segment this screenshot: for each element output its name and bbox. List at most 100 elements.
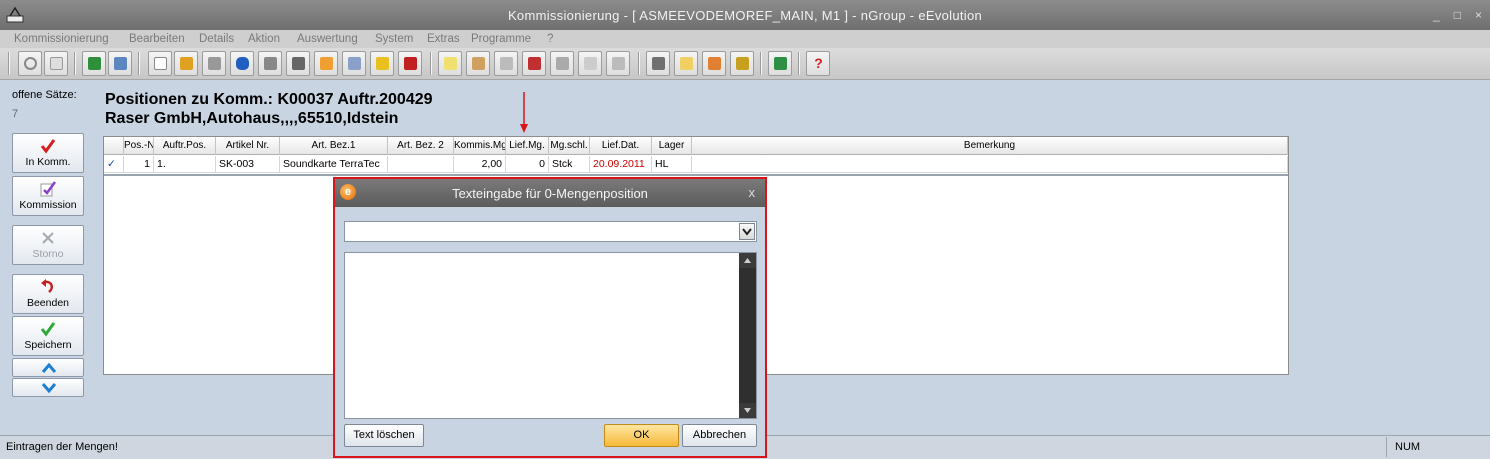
kommission-button[interactable]: Kommission xyxy=(12,176,84,216)
kommission-label: Kommission xyxy=(19,199,77,211)
menu-extras[interactable]: Extras xyxy=(427,33,460,45)
cell-bemerkung[interactable] xyxy=(692,156,1288,173)
in-komm-label: In Komm. xyxy=(25,156,71,168)
menu-programme[interactable]: Programme xyxy=(471,33,531,45)
page-subtitle: Raser GmbH,Autohaus,,,,65510,Idstein xyxy=(105,110,399,127)
clear-text-button[interactable]: Text löschen xyxy=(344,424,424,447)
dialog-title: Texteingabe für 0-Mengenposition xyxy=(452,186,648,201)
menu-bar: Kommissionierung Bearbeiten Details Akti… xyxy=(0,30,1490,48)
header-lief-mg[interactable]: Lief.Mg. xyxy=(506,137,549,155)
layers-icon[interactable] xyxy=(314,51,338,76)
scroll-up-arrow[interactable] xyxy=(739,253,756,268)
header-kommis-mg[interactable]: Kommis.Mg xyxy=(454,137,506,155)
help-icon[interactable]: ? xyxy=(806,51,830,76)
menu-help[interactable]: ? xyxy=(547,33,553,45)
beenden-button[interactable]: Beenden xyxy=(12,274,84,314)
menu-system[interactable]: System xyxy=(375,33,413,45)
header-artikel-nr[interactable]: Artikel Nr. xyxy=(216,137,280,155)
alert-icon[interactable] xyxy=(370,51,394,76)
scroll-up-button[interactable] xyxy=(12,358,84,377)
database-icon[interactable] xyxy=(230,51,254,76)
combo-dropdown-button[interactable] xyxy=(739,223,755,240)
scroll-down-button[interactable] xyxy=(12,378,84,397)
cell-lief-mg[interactable]: 0 xyxy=(506,156,549,173)
storno-button[interactable]: Storno xyxy=(12,225,84,265)
dialog-titlebar: e Texteingabe für 0-Mengenposition x xyxy=(335,179,765,207)
truck-icon[interactable] xyxy=(522,51,546,76)
table-row[interactable]: ✓ 1 1. SK-003 Soundkarte TerraTec 2,00 0… xyxy=(104,156,1288,173)
calculator-icon[interactable] xyxy=(646,51,670,76)
notepad-icon[interactable] xyxy=(438,51,462,76)
memo-scrollbar[interactable] xyxy=(739,253,756,418)
spellcheck-icon[interactable] xyxy=(174,51,198,76)
menu-auswertung[interactable]: Auswertung xyxy=(297,33,358,45)
green-check-icon xyxy=(40,322,56,337)
cell-lief-dat[interactable]: 20.09.2011 xyxy=(590,156,652,173)
settings-gray-icon[interactable] xyxy=(550,51,574,76)
in-komm-button[interactable]: In Komm. xyxy=(12,133,84,173)
open-records-count: 7 xyxy=(12,108,19,120)
excel-icon[interactable] xyxy=(82,51,106,76)
cell-artikel-nr[interactable]: SK-003 xyxy=(216,156,280,173)
export-gray-icon[interactable] xyxy=(578,51,602,76)
printer-gray-icon[interactable] xyxy=(494,51,518,76)
scroll-down-arrow[interactable] xyxy=(739,403,756,418)
print-icon[interactable] xyxy=(108,51,132,76)
chevron-down-icon xyxy=(742,228,752,236)
ok-button[interactable]: OK xyxy=(604,424,679,447)
undo-icon[interactable] xyxy=(398,51,422,76)
search-icon[interactable] xyxy=(18,51,42,76)
text-memo-field[interactable] xyxy=(344,252,757,419)
exit-icon[interactable] xyxy=(768,51,792,76)
header-pos-nr[interactable]: Pos.-Nr xyxy=(124,137,154,155)
new-document-icon[interactable] xyxy=(148,51,172,76)
triangle-down-icon xyxy=(744,408,751,413)
teapot-icon[interactable] xyxy=(258,51,282,76)
text-template-select[interactable] xyxy=(344,221,757,242)
dialog-close-button[interactable]: x xyxy=(749,185,756,200)
menu-details[interactable]: Details xyxy=(199,33,234,45)
users-icon[interactable] xyxy=(702,51,726,76)
header-lief-dat[interactable]: Lief.Dat. xyxy=(590,137,652,155)
box-icon[interactable] xyxy=(466,51,490,76)
num-lock-indicator: NUM xyxy=(1386,437,1466,457)
chevron-up-icon xyxy=(41,362,57,373)
truck-yellow-icon[interactable] xyxy=(730,51,754,76)
row-check[interactable]: ✓ xyxy=(104,156,124,173)
cancel-button[interactable]: Abbrechen xyxy=(682,424,757,447)
document-edit-icon[interactable] xyxy=(674,51,698,76)
minimize-button[interactable]: _ xyxy=(1433,8,1440,22)
keyboard-icon[interactable] xyxy=(286,51,310,76)
print-gray-icon[interactable] xyxy=(606,51,630,76)
red-arrow-annotation xyxy=(520,92,528,133)
menu-bearbeiten[interactable]: Bearbeiten xyxy=(129,33,185,45)
cell-lager[interactable]: HL xyxy=(652,156,692,173)
maximize-button[interactable]: □ xyxy=(1454,8,1461,22)
cup-icon[interactable] xyxy=(202,51,226,76)
status-message: Eintragen der Mengen! xyxy=(6,441,118,453)
tag-icon[interactable] xyxy=(342,51,366,76)
menu-kommissionierung[interactable]: Kommissionierung xyxy=(14,33,109,45)
help-glyph: ? xyxy=(814,55,823,71)
header-art-bez2[interactable]: Art. Bez. 2 xyxy=(388,137,454,155)
cell-art-bez1[interactable]: Soundkarte TerraTec xyxy=(280,156,388,173)
header-lager[interactable]: Lager xyxy=(652,137,692,155)
speichern-button[interactable]: Speichern xyxy=(12,316,84,356)
header-auftr-pos[interactable]: Auftr.Pos. xyxy=(154,137,216,155)
row-indicator-header xyxy=(104,137,124,155)
chevron-down-icon xyxy=(41,383,57,394)
window-titlebar: Kommissionierung - [ ASMEEVODEMOREF_MAIN… xyxy=(0,0,1490,30)
cell-pos-nr[interactable]: 1 xyxy=(124,156,154,173)
header-mg-schl[interactable]: Mg.schl. xyxy=(549,137,590,155)
cell-mg-schl[interactable]: Stck xyxy=(549,156,590,173)
cell-kommis-mg[interactable]: 2,00 xyxy=(454,156,506,173)
red-check-icon xyxy=(40,139,56,154)
header-bemerkung[interactable]: Bemerkung xyxy=(692,137,1288,155)
header-art-bez1[interactable]: Art. Bez.1 xyxy=(280,137,388,155)
menu-aktion[interactable]: Aktion xyxy=(248,33,280,45)
cell-auftr-pos[interactable]: 1. xyxy=(154,156,216,173)
find-icon[interactable] xyxy=(44,51,68,76)
close-window-button[interactable]: × xyxy=(1475,8,1482,22)
toolbar: ? xyxy=(0,48,1490,80)
cell-art-bez2[interactable] xyxy=(388,156,454,173)
